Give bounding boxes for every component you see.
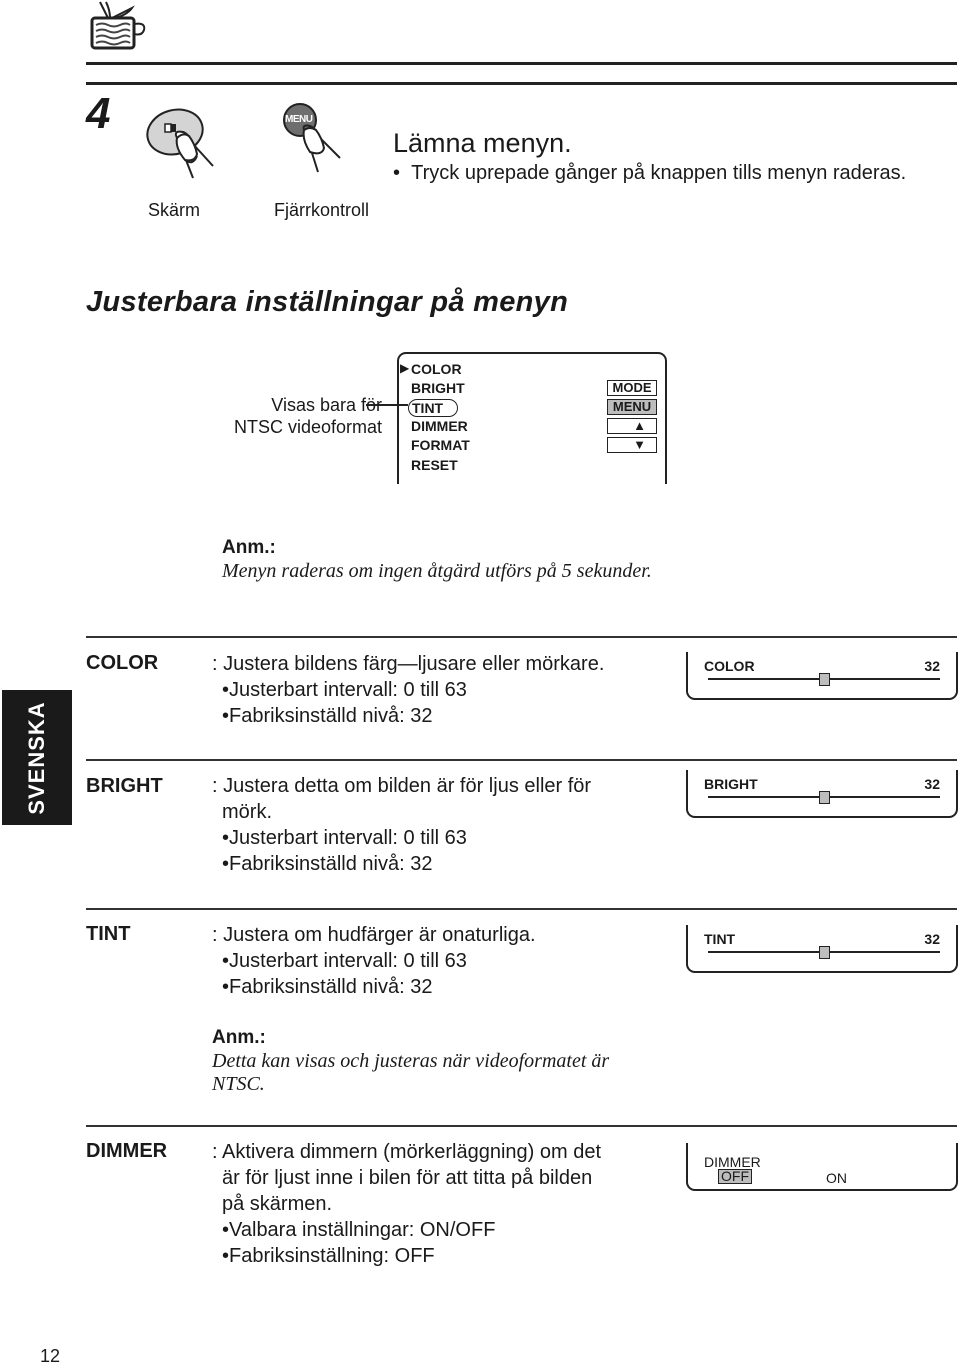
up-arrow-icon: ▲ <box>633 418 646 433</box>
osd-value: 32 <box>924 658 940 674</box>
tint-note-text: Detta kan visas och justeras när videofo… <box>212 1050 609 1096</box>
slider-knob[interactable] <box>819 946 830 959</box>
selected-arrow-icon: ▶ <box>400 361 410 375</box>
header-rule-top <box>86 62 957 65</box>
menu-item-tint[interactable]: TINT <box>408 399 459 417</box>
setting-term-dimmer: DIMMER <box>86 1140 168 1162</box>
bullet-item: •Fabriksinställd nivå: 32 <box>222 976 433 998</box>
ntsc-callout-line2: NTSC videoformat <box>233 417 382 437</box>
bullet-glyph: • <box>393 162 401 184</box>
menu-item-color[interactable]: COLOR <box>411 361 462 377</box>
tint-note-label: Anm.: <box>212 1027 266 1048</box>
slider-knob[interactable] <box>819 791 830 804</box>
menu-item-bright[interactable]: BRIGHT <box>411 380 465 396</box>
tv-icon <box>88 0 150 52</box>
desc-line: mörk. <box>222 801 272 823</box>
menu-item-reset[interactable]: RESET <box>411 457 458 473</box>
osd-color-slider: COLOR 32 <box>686 652 958 700</box>
dimmer-option-on[interactable]: ON <box>826 1170 847 1186</box>
step-title: Lämna menyn. <box>393 128 572 158</box>
osd-value: 32 <box>924 931 940 947</box>
desc-line: : Justera om hudfärger är onaturliga. <box>212 924 536 946</box>
mode-button[interactable]: MODE <box>607 380 657 396</box>
setting-term-color: COLOR <box>86 652 159 674</box>
desc-line: : Aktivera dimmern (mörkerläggning) om d… <box>212 1141 602 1163</box>
menu-item-dimmer[interactable]: DIMMER <box>411 418 468 434</box>
down-arrow-icon: ▼ <box>633 437 646 452</box>
bullet-item: •Fabriksinställd nivå: 32 <box>222 853 433 875</box>
note-label: Anm.: <box>222 537 276 558</box>
bullet-item: •Justerbart intervall: 0 till 63 <box>222 827 467 849</box>
osd-label: BRIGHT <box>704 776 758 792</box>
screen-button-illustration <box>145 100 245 185</box>
desc-line: : Justera bildens färg—ljusare eller mör… <box>212 653 605 675</box>
ntsc-callout: Visas bara för NTSC videoformat <box>224 394 382 438</box>
menu-button[interactable]: MENU <box>607 399 657 415</box>
osd-label: TINT <box>704 931 736 947</box>
setting-desc-bright: : Justera detta om bilden är för ljus el… <box>212 773 591 877</box>
osd-label: COLOR <box>704 658 755 674</box>
language-tab: SVENSKA <box>2 690 72 825</box>
note-text: Menyn raderas om ingen åtgärd utförs på … <box>222 560 652 582</box>
step-number: 4 <box>86 89 111 138</box>
bullet-item: •Justerbart intervall: 0 till 63 <box>222 950 467 972</box>
slider-knob[interactable] <box>819 673 830 686</box>
divider <box>86 908 957 910</box>
bullet-item: •Valbara inställningar: ON/OFF <box>222 1219 496 1241</box>
menu-item-format[interactable]: FORMAT <box>411 437 470 453</box>
remote-menu-button-illustration: MENU <box>278 100 368 185</box>
remote-caption: Fjärrkontroll <box>274 200 370 220</box>
setting-term-bright: BRIGHT <box>86 775 163 797</box>
note-line: Detta kan visas och justeras när videofo… <box>212 1050 610 1072</box>
osd-bright-slider: BRIGHT 32 <box>686 770 958 818</box>
setting-term-tint: TINT <box>86 923 131 945</box>
ntsc-callout-line1: Visas bara för <box>271 395 382 415</box>
bullet-item: •Fabriksinställning: OFF <box>222 1245 435 1267</box>
osd-dimmer-toggle: DIMMER OFF ON <box>686 1143 958 1191</box>
setting-desc-tint: : Justera om hudfärger är onaturliga. •J… <box>212 922 536 1000</box>
setting-desc-color: : Justera bildens färg—ljusare eller mör… <box>212 651 604 729</box>
desc-line: : Justera detta om bilden är för ljus el… <box>212 775 592 797</box>
bullet-item: •Justerbart intervall: 0 till 63 <box>222 679 467 701</box>
up-button[interactable]: ▲ <box>607 418 657 434</box>
step-bullet: • Tryck uprepade gånger på knappen tills… <box>393 162 906 185</box>
osd-tint-slider: TINT 32 <box>686 925 958 973</box>
divider <box>86 1125 957 1127</box>
step-bullet-text: Tryck uprepade gånger på knappen tills m… <box>411 162 907 184</box>
language-tab-label: SVENSKA <box>24 700 49 815</box>
dimmer-option-off[interactable]: OFF <box>718 1169 752 1184</box>
setting-desc-dimmer: : Aktivera dimmern (mörkerläggning) om d… <box>212 1139 601 1269</box>
desc-line: på skärmen. <box>222 1193 333 1215</box>
down-button[interactable]: ▼ <box>607 437 657 453</box>
divider <box>86 759 957 761</box>
header-rule-bottom <box>86 82 957 85</box>
desc-line: är för ljust inne i bilen för att titta … <box>222 1167 593 1189</box>
osd-value: 32 <box>924 776 940 792</box>
screen-caption: Skärm <box>148 200 201 220</box>
remote-menu-label: MENU <box>285 114 313 125</box>
bullet-item: •Fabriksinställd nivå: 32 <box>222 705 433 727</box>
page-number: 12 <box>40 1346 61 1366</box>
section-title: Justerbara inställningar på menyn <box>86 286 569 318</box>
osd-menu-box: ▶ COLOR BRIGHT TINT DIMMER FORMAT RESET … <box>397 352 667 484</box>
divider <box>86 636 957 638</box>
note-line: NTSC. <box>212 1073 265 1095</box>
